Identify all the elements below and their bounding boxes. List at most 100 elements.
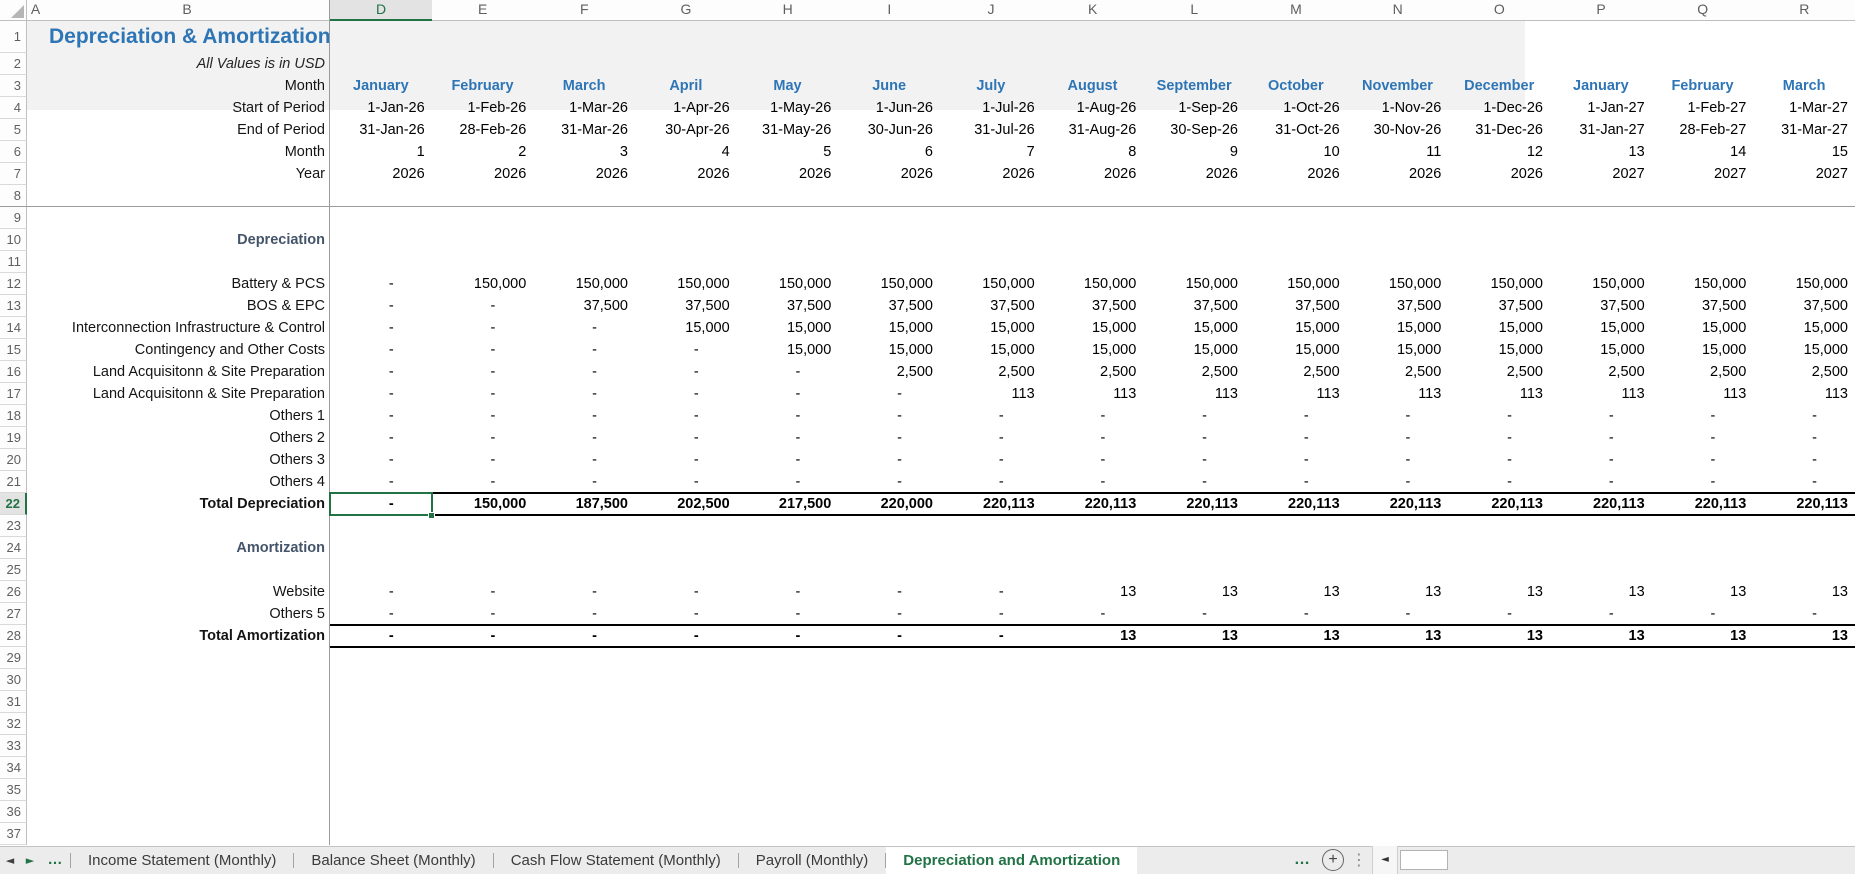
cell-M19[interactable]: - [1245, 427, 1347, 449]
cell-E16[interactable]: - [432, 361, 534, 383]
cell-E26[interactable]: - [432, 581, 534, 603]
month-number-F[interactable]: 3 [533, 141, 635, 163]
cell-L14[interactable]: 15,000 [1143, 317, 1245, 339]
end-of-period-Q[interactable]: 28-Feb-27 [1652, 119, 1754, 141]
row-label[interactable]: Contingency and Other Costs [44, 339, 330, 361]
cell-J21[interactable]: - [940, 471, 1042, 493]
year-Q[interactable]: 2027 [1652, 163, 1754, 185]
cell-P14[interactable]: 15,000 [1550, 317, 1652, 339]
cell-R26[interactable]: 13 [1753, 581, 1855, 603]
cell-P19[interactable]: - [1550, 427, 1652, 449]
cell-R19[interactable]: - [1753, 427, 1855, 449]
cell-J17[interactable]: 113 [940, 383, 1042, 405]
year-I[interactable]: 2026 [838, 163, 940, 185]
start-of-period-H[interactable]: 1-May-26 [737, 97, 839, 119]
cell-M27[interactable]: - [1245, 603, 1347, 625]
cell-M21[interactable]: - [1245, 471, 1347, 493]
cell-O17[interactable]: 113 [1448, 383, 1550, 405]
cell-N21[interactable]: - [1347, 471, 1449, 493]
row-header-25[interactable]: 25 [0, 559, 27, 581]
month-number-Q[interactable]: 14 [1652, 141, 1754, 163]
row-header-21[interactable]: 21 [0, 471, 27, 493]
month-name-M[interactable]: October [1245, 75, 1347, 97]
cell-H27[interactable]: - [737, 603, 839, 625]
cell-K13[interactable]: 37,500 [1042, 295, 1144, 317]
cell-I20[interactable]: - [838, 449, 940, 471]
cell-F19[interactable]: - [533, 427, 635, 449]
cell-F17[interactable]: - [533, 383, 635, 405]
month-name-I[interactable]: June [838, 75, 940, 97]
cell-O20[interactable]: - [1448, 449, 1550, 471]
month-number-P[interactable]: 13 [1550, 141, 1652, 163]
cell-Q20[interactable]: - [1652, 449, 1754, 471]
cell-Q27[interactable]: - [1652, 603, 1754, 625]
cell-H13[interactable]: 37,500 [737, 295, 839, 317]
row-header-26[interactable]: 26 [0, 581, 27, 603]
hscroll-left-button[interactable]: ◄ [1372, 846, 1398, 874]
cell-G13[interactable]: 37,500 [635, 295, 737, 317]
row-label[interactable]: Total Amortization [44, 625, 330, 647]
cell-H12[interactable]: 150,000 [737, 273, 839, 295]
column-header-F[interactable]: F [533, 0, 637, 21]
cell-K20[interactable]: - [1042, 449, 1144, 471]
column-header-H[interactable]: H [736, 0, 840, 21]
cell-F20[interactable]: - [533, 449, 635, 471]
cell-O19[interactable]: - [1448, 427, 1550, 449]
cell-G19[interactable]: - [635, 427, 737, 449]
active-cell-selection[interactable] [329, 492, 433, 516]
cell-R14[interactable]: 15,000 [1753, 317, 1855, 339]
selection-fill-handle[interactable] [428, 512, 435, 519]
column-header-G[interactable]: G [635, 0, 738, 21]
cell-F14[interactable]: - [533, 317, 635, 339]
year-M[interactable]: 2026 [1245, 163, 1347, 185]
cell-O18[interactable]: - [1448, 405, 1550, 427]
column-header-Q[interactable]: Q [1651, 0, 1755, 21]
row-header-31[interactable]: 31 [0, 691, 27, 713]
cell-R21[interactable]: - [1753, 471, 1855, 493]
column-header-I[interactable]: I [838, 0, 942, 21]
month-name-K[interactable]: August [1042, 75, 1144, 97]
cell-J12[interactable]: 150,000 [940, 273, 1042, 295]
row-label[interactable]: Land Acquisitonn & Site Preparation [44, 383, 330, 405]
cell-I19[interactable]: - [838, 427, 940, 449]
page-title[interactable]: Depreciation & Amortization [44, 21, 330, 53]
month-number-I[interactable]: 6 [838, 141, 940, 163]
month-number-K[interactable]: 8 [1042, 141, 1144, 163]
month-name-G[interactable]: April [635, 75, 737, 97]
start-of-period-M[interactable]: 1-Oct-26 [1245, 97, 1347, 119]
end-of-period-L[interactable]: 30-Sep-26 [1143, 119, 1245, 141]
row-header-7[interactable]: 7 [0, 163, 27, 185]
row-header-9[interactable]: 9 [0, 207, 27, 229]
month-name-N[interactable]: November [1347, 75, 1449, 97]
row-label[interactable]: Website [44, 581, 330, 603]
cell-R27[interactable]: - [1753, 603, 1855, 625]
year-L[interactable]: 2026 [1143, 163, 1245, 185]
cell-J14[interactable]: 15,000 [940, 317, 1042, 339]
column-header-R[interactable]: R [1753, 0, 1855, 21]
cell-Q13[interactable]: 37,500 [1652, 295, 1754, 317]
row-label[interactable]: Others 1 [44, 405, 330, 427]
sheet-tab-1[interactable]: Balance Sheet (Monthly) [294, 847, 492, 874]
cell-N17[interactable]: 113 [1347, 383, 1449, 405]
cell-Q14[interactable]: 15,000 [1652, 317, 1754, 339]
end-of-period-N[interactable]: 30-Nov-26 [1347, 119, 1449, 141]
cell-I14[interactable]: 15,000 [838, 317, 940, 339]
column-header-E[interactable]: E [431, 0, 535, 21]
cell-H18[interactable]: - [737, 405, 839, 427]
cell-I21[interactable]: - [838, 471, 940, 493]
cell-K26[interactable]: 13 [1042, 581, 1144, 603]
cell-K18[interactable]: - [1042, 405, 1144, 427]
cell-J18[interactable]: - [940, 405, 1042, 427]
header-row-label[interactable]: Month [44, 141, 330, 163]
cell-N16[interactable]: 2,500 [1347, 361, 1449, 383]
cell-P13[interactable]: 37,500 [1550, 295, 1652, 317]
row-label[interactable]: Others 2 [44, 427, 330, 449]
cell-L18[interactable]: - [1143, 405, 1245, 427]
cell-J27[interactable]: - [940, 603, 1042, 625]
cell-M15[interactable]: 15,000 [1245, 339, 1347, 361]
cell-J26[interactable]: - [940, 581, 1042, 603]
cell-N18[interactable]: - [1347, 405, 1449, 427]
month-number-E[interactable]: 2 [432, 141, 534, 163]
cell-I27[interactable]: - [838, 603, 940, 625]
cell-E17[interactable]: - [432, 383, 534, 405]
